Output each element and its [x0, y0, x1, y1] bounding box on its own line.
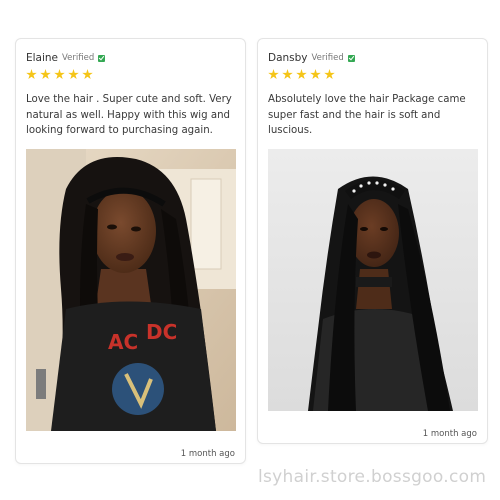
rating-stars: [26, 69, 93, 80]
review-date: 1 month ago: [180, 449, 235, 459]
star-icon: [82, 69, 93, 80]
review-photo-image: AC DC: [26, 149, 236, 431]
review-author-line: Elaine Verified: [26, 52, 106, 64]
verified-check-icon: [347, 54, 355, 62]
review-author-line: Dansby Verified: [268, 52, 355, 64]
star-icon: [68, 69, 79, 80]
review-author-name: Elaine: [26, 52, 59, 64]
review-author-name: Dansby: [268, 52, 308, 64]
star-icon: [282, 69, 293, 80]
star-icon: [268, 69, 279, 80]
review-card-dansby: Dansby Verified Absolutely love the hair…: [257, 38, 488, 444]
star-icon: [324, 69, 335, 80]
rating-stars: [268, 69, 335, 80]
svg-text:DC: DC: [146, 320, 177, 344]
review-text: Love the hair . Super cute and soft. Ver…: [26, 94, 232, 136]
review-photo[interactable]: AC DC: [26, 149, 236, 431]
star-icon: [296, 69, 307, 80]
verified-check-icon: [98, 54, 106, 62]
star-icon: [54, 69, 65, 80]
store-watermark: lsyhair.store.bossgoo.com: [258, 467, 487, 487]
review-photo-image: [268, 149, 478, 411]
review-text: Absolutely love the hair Package came su…: [268, 94, 466, 136]
star-icon: [26, 69, 37, 80]
verified-label: Verified: [311, 53, 344, 63]
svg-text:AC: AC: [108, 330, 138, 354]
star-icon: [310, 69, 321, 80]
review-photo[interactable]: [268, 149, 478, 411]
verified-label: Verified: [62, 53, 95, 63]
star-icon: [40, 69, 51, 80]
review-date: 1 month ago: [422, 429, 477, 439]
review-card-elaine: Elaine Verified Love the hair . Super cu…: [15, 38, 246, 464]
